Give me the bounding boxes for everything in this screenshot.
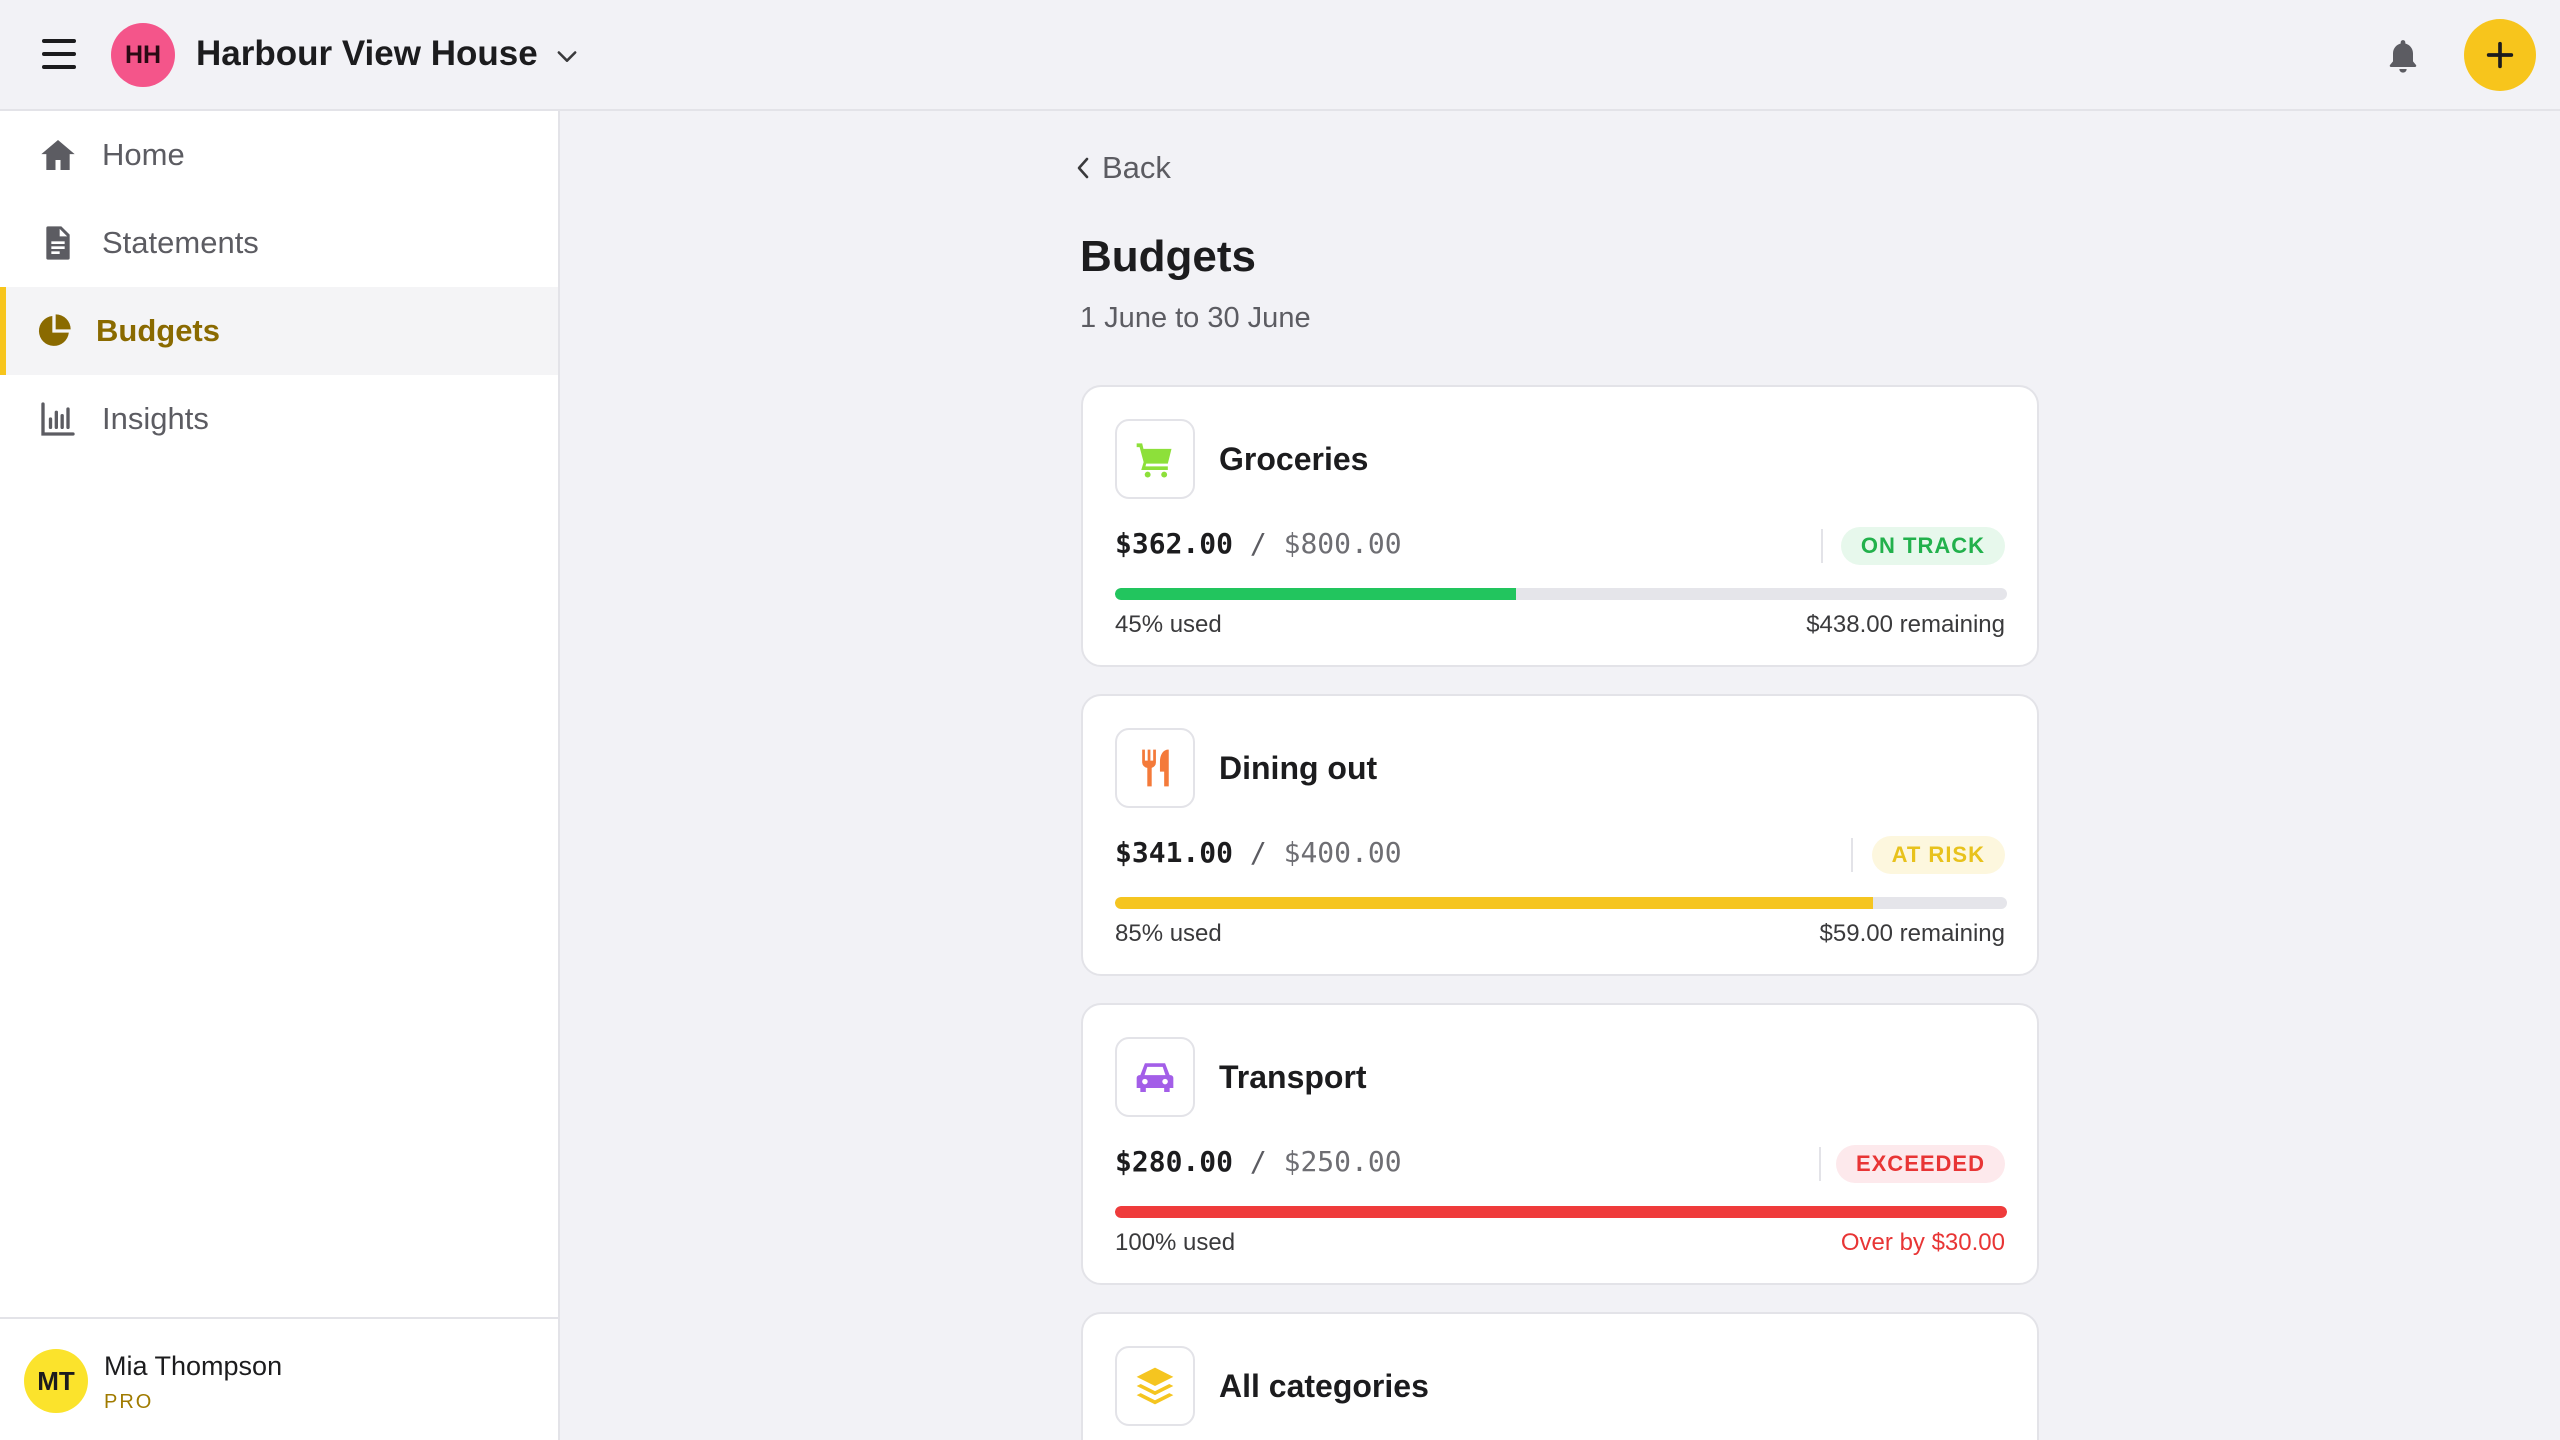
- sidebar-item-insights[interactable]: Insights: [0, 375, 558, 463]
- budget-amounts: $362.00 / $800.00: [1115, 527, 1402, 560]
- remaining-amount: $59.00 remaining: [1819, 920, 2005, 947]
- budget-total: $800.00: [1283, 527, 1402, 560]
- progress-fill: [1115, 897, 1874, 909]
- progress-bar: [1115, 897, 2007, 909]
- remaining-amount: Over by $30.00: [1840, 1229, 2005, 1256]
- org-name[interactable]: Harbour View House: [196, 34, 538, 74]
- cart-icon: [1136, 443, 1172, 478]
- menu-icon[interactable]: [40, 36, 78, 72]
- budget-card-transport[interactable]: Transport $280.00 / $250.00 EXCEEDED 100…: [1081, 1003, 2039, 1285]
- bar-chart-icon: [41, 402, 75, 436]
- status-badge: ON TRACK: [1840, 527, 2005, 565]
- category-icon-box: [1115, 1037, 1195, 1117]
- spent-amount: $341.00: [1115, 836, 1234, 869]
- spent-amount: $280.00: [1115, 1145, 1234, 1178]
- spent-amount: $362.00: [1115, 527, 1234, 560]
- sidebar-item-label: Home: [102, 137, 185, 172]
- user-plan-badge: PRO: [104, 1391, 154, 1413]
- sidebar-item-statements[interactable]: Statements: [0, 199, 558, 287]
- progress-fill: [1115, 1206, 2007, 1218]
- budget-total: $250.00: [1283, 1145, 1402, 1178]
- sidebar: Home Statements Budgets Insights MT Mia …: [0, 111, 560, 1440]
- sidebar-item-budgets[interactable]: Budgets: [0, 287, 558, 375]
- budget-total: $400.00: [1283, 836, 1402, 869]
- car-icon: [1136, 1063, 1174, 1093]
- utensils-icon: [1142, 749, 1169, 787]
- back-button[interactable]: Back: [1072, 150, 1171, 186]
- org-avatar[interactable]: HH: [111, 23, 175, 87]
- top-bar: HH Harbour View House: [0, 0, 2560, 111]
- bell-icon[interactable]: [2383, 36, 2423, 76]
- layers-icon: [1136, 1367, 1174, 1405]
- percent-used: 85% used: [1115, 920, 1222, 947]
- category-icon-box: [1115, 728, 1195, 808]
- category-name: Groceries: [1219, 441, 1369, 477]
- avatar: MT: [24, 1349, 88, 1413]
- status-badge: AT RISK: [1871, 836, 2005, 874]
- percent-used: 100% used: [1115, 1229, 1236, 1256]
- category-icon-box: [1115, 1346, 1195, 1426]
- home-icon: [41, 140, 75, 170]
- divider: [1821, 529, 1823, 563]
- percent-used: 45% used: [1115, 611, 1222, 638]
- remaining-amount: $438.00 remaining: [1806, 611, 2005, 638]
- date-range: 1 June to 30 June: [1080, 302, 1311, 334]
- progress-bar: [1115, 588, 2007, 600]
- category-name: All categories: [1219, 1368, 1429, 1404]
- user-name: Mia Thompson: [104, 1351, 283, 1381]
- add-button[interactable]: [2464, 19, 2536, 91]
- sidebar-item-label: Budgets: [96, 313, 220, 348]
- progress-bar: [1115, 1206, 2007, 1218]
- sidebar-item-label: Insights: [102, 401, 209, 436]
- chevron-down-icon[interactable]: [553, 42, 581, 70]
- document-icon: [46, 226, 70, 260]
- plus-icon: [2486, 41, 2514, 69]
- sidebar-item-label: Statements: [102, 225, 259, 260]
- chevron-left-icon: [1077, 157, 1089, 179]
- budget-card-groceries[interactable]: Groceries $362.00 / $800.00 ON TRACK 45%…: [1081, 385, 2039, 667]
- category-name: Transport: [1219, 1059, 1367, 1095]
- budget-card-all-categories[interactable]: All categories: [1081, 1312, 2039, 1440]
- pie-chart-icon: [38, 314, 71, 346]
- budget-amounts: $341.00 / $400.00: [1115, 836, 1402, 869]
- status-badge: EXCEEDED: [1835, 1145, 2005, 1183]
- back-label: Back: [1102, 150, 1171, 185]
- budget-amounts: $280.00 / $250.00: [1115, 1145, 1402, 1178]
- user-profile[interactable]: MT Mia Thompson PRO: [0, 1317, 558, 1440]
- category-icon-box: [1115, 419, 1195, 499]
- progress-fill: [1115, 588, 1517, 600]
- budget-card-dining-out[interactable]: Dining out $341.00 / $400.00 AT RISK 85%…: [1081, 694, 2039, 976]
- divider: [1819, 1147, 1821, 1181]
- page-title: Budgets: [1080, 232, 1256, 281]
- divider: [1851, 838, 1853, 872]
- sidebar-item-home[interactable]: Home: [0, 111, 558, 199]
- category-name: Dining out: [1219, 750, 1378, 786]
